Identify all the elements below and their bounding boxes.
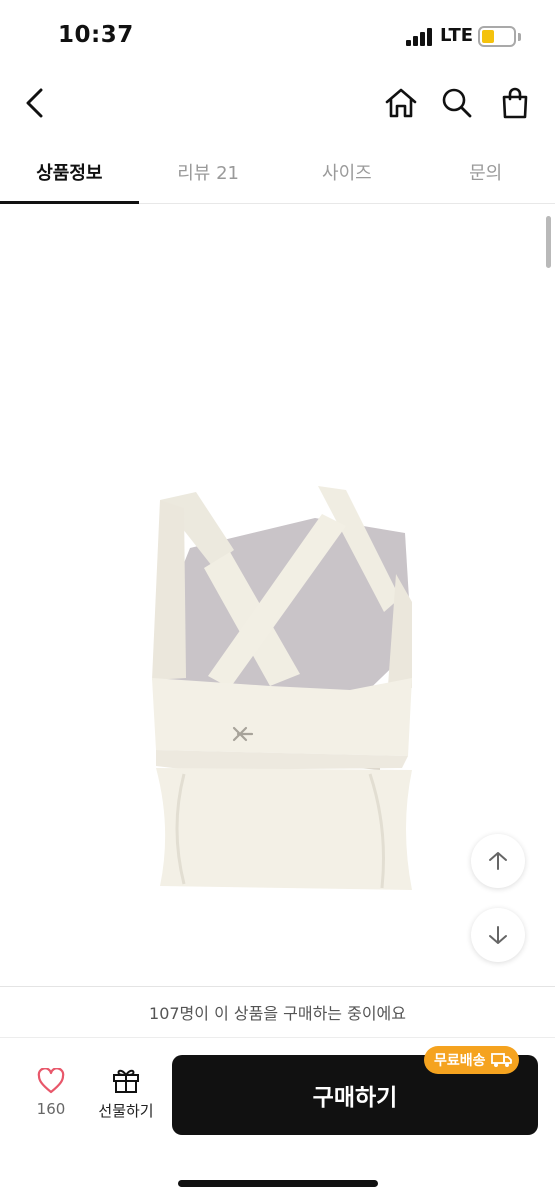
search-button[interactable]: [436, 82, 478, 124]
tab-bar: 상품정보 리뷰 21 사이즈 문의: [0, 140, 555, 204]
bottom-action-bar: 160 선물하기 구매하기 무료배송: [0, 1038, 555, 1200]
tab-inquiry[interactable]: 문의: [416, 140, 555, 203]
like-count: 160: [36, 1100, 66, 1118]
home-icon: [385, 88, 417, 118]
like-button[interactable]: 160: [24, 1068, 78, 1130]
tab-size[interactable]: 사이즈: [278, 140, 417, 203]
search-icon: [442, 88, 472, 118]
header: [0, 70, 555, 136]
scroll-up-button[interactable]: [471, 834, 525, 888]
signal-icon: [406, 28, 434, 46]
gift-button[interactable]: 선물하기: [90, 1066, 162, 1130]
tab-reviews[interactable]: 리뷰 21: [139, 140, 278, 203]
free-shipping-label: 무료배송: [434, 1053, 486, 1069]
back-button[interactable]: [14, 82, 56, 124]
gift-icon: [113, 1069, 139, 1093]
cart-button[interactable]: [494, 82, 536, 124]
gift-label: 선물하기: [98, 1102, 154, 1120]
product-image: [152, 486, 412, 890]
free-shipping-badge: 무료배송: [424, 1046, 519, 1074]
battery-cap: [518, 33, 521, 41]
chevron-left-icon: [26, 88, 43, 118]
network-label: LTE: [440, 25, 474, 46]
purchase-notice: 107명이 이 상품을 구매하는 중이에요: [0, 986, 555, 1038]
heart-icon: [37, 1068, 65, 1094]
shopping-bag-icon: [502, 87, 528, 119]
home-indicator[interactable]: [178, 1180, 378, 1187]
truck-icon: [490, 1053, 512, 1067]
scroll-down-button[interactable]: [471, 908, 525, 962]
arrow-up-icon: [489, 852, 507, 870]
tab-product-info[interactable]: 상품정보: [0, 140, 139, 204]
battery-icon: [478, 26, 516, 47]
status-time: 10:37: [58, 22, 134, 48]
home-button[interactable]: [380, 82, 422, 124]
arrow-down-icon: [489, 926, 507, 944]
status-bar: 10:37 LTE: [0, 0, 555, 70]
scrollbar[interactable]: [546, 216, 551, 268]
